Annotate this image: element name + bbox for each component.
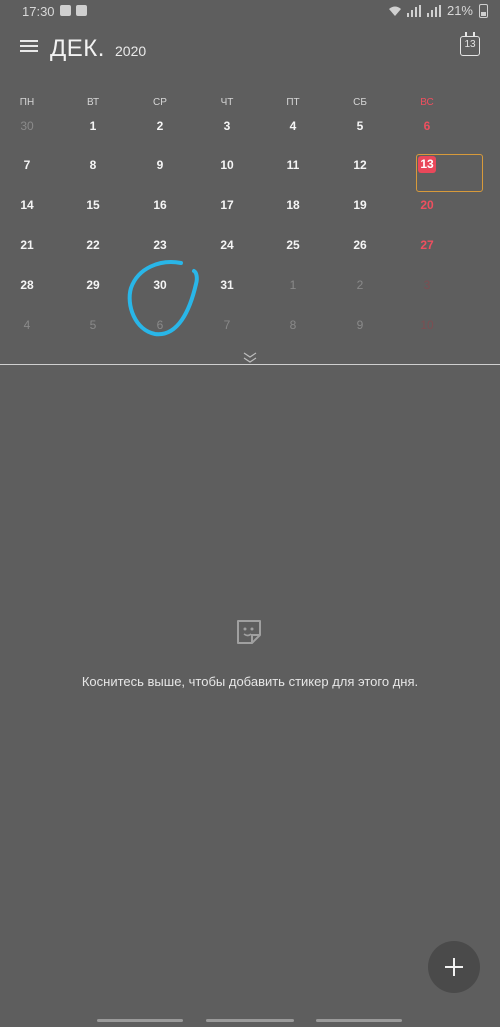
calendar-day[interactable]: 17: [211, 198, 243, 212]
sticker-icon: [237, 620, 261, 644]
adjacent-month-day[interactable]: 3: [411, 278, 443, 292]
calendar-day[interactable]: 27: [411, 238, 443, 252]
calendar-day[interactable]: 22: [77, 238, 109, 252]
calendar-day[interactable]: 30: [144, 278, 176, 292]
calendar-day[interactable]: 6: [411, 119, 443, 133]
calendar-day[interactable]: 9: [144, 158, 176, 172]
adjacent-month-day[interactable]: 6: [144, 318, 176, 332]
adjacent-month-day[interactable]: 8: [277, 318, 309, 332]
nav-handle-center[interactable]: [206, 1019, 294, 1022]
calendar-day[interactable]: 5: [344, 119, 376, 133]
calendar-day[interactable]: 31: [211, 278, 243, 292]
calendar-day[interactable]: 1: [77, 119, 109, 133]
adjacent-month-day[interactable]: 9: [344, 318, 376, 332]
adjacent-month-day[interactable]: 7: [211, 318, 243, 332]
calendar-day[interactable]: 2: [144, 119, 176, 133]
calendar-day[interactable]: 8: [77, 158, 109, 172]
calendar-day[interactable]: 24: [211, 238, 243, 252]
empty-state-hint: Коснитесь выше, чтобы добавить стикер дл…: [81, 674, 419, 689]
calendar-day[interactable]: 11: [277, 158, 309, 172]
adjacent-month-day[interactable]: 1: [277, 278, 309, 292]
expand-chevron-icon[interactable]: [243, 351, 257, 363]
calendar-day[interactable]: 20: [411, 198, 443, 212]
today-date-badge[interactable]: 13: [418, 156, 436, 173]
calendar-day[interactable]: 7: [11, 158, 43, 172]
calendar-day[interactable]: 15: [77, 198, 109, 212]
calendar-day[interactable]: 21: [11, 238, 43, 252]
adjacent-month-day[interactable]: 4: [11, 318, 43, 332]
nav-handle-right[interactable]: [316, 1019, 402, 1022]
month-grid: 30 1 2 3 4 5 6 7 8 9 10 11 12 13 14 15 16 17 18 19 20 21 22 23 2…: [0, 0, 500, 360]
calendar-day[interactable]: 4: [277, 119, 309, 133]
calendar-day[interactable]: 18: [277, 198, 309, 212]
adjacent-month-day[interactable]: 30: [11, 119, 43, 133]
calendar-divider[interactable]: [0, 364, 500, 365]
add-event-button[interactable]: [428, 941, 480, 993]
calendar-day[interactable]: 12: [344, 158, 376, 172]
calendar-day[interactable]: 26: [344, 238, 376, 252]
calendar-day[interactable]: 25: [277, 238, 309, 252]
adjacent-month-day[interactable]: 2: [344, 278, 376, 292]
nav-handle-left[interactable]: [97, 1019, 183, 1022]
calendar-day[interactable]: 19: [344, 198, 376, 212]
calendar-day[interactable]: 23: [144, 238, 176, 252]
calendar-day[interactable]: 29: [77, 278, 109, 292]
calendar-day[interactable]: 3: [211, 119, 243, 133]
calendar-day[interactable]: 14: [11, 198, 43, 212]
adjacent-month-day[interactable]: 10: [411, 318, 443, 332]
adjacent-month-day[interactable]: 5: [77, 318, 109, 332]
calendar-day[interactable]: 16: [144, 198, 176, 212]
calendar-day[interactable]: 28: [11, 278, 43, 292]
calendar-day[interactable]: 10: [211, 158, 243, 172]
